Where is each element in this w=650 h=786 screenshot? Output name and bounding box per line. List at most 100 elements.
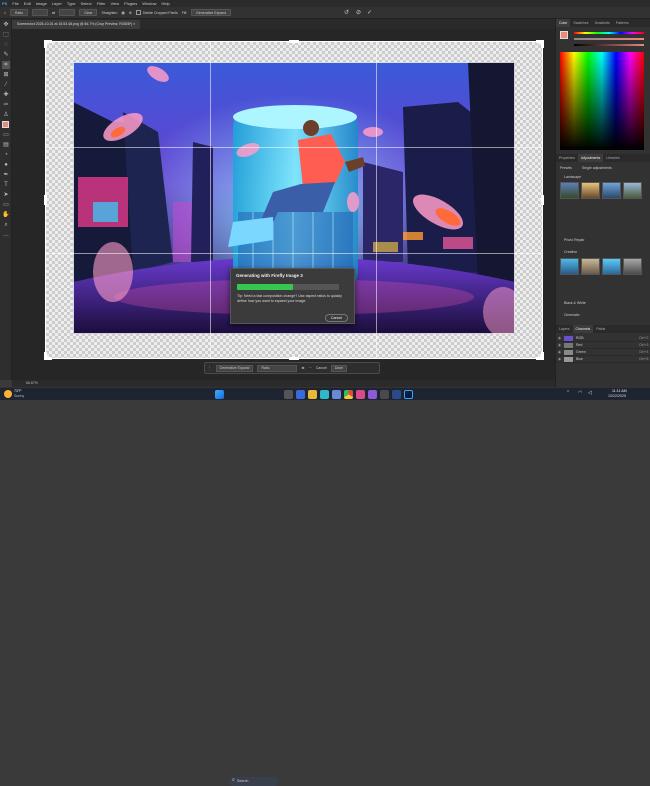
- crop-handle-top-right[interactable]: [536, 40, 544, 48]
- tab-gradients[interactable]: Gradients: [592, 19, 613, 27]
- crop-handle-top[interactable]: [289, 40, 299, 43]
- tab-channels[interactable]: Channels: [572, 325, 594, 333]
- crop-handle-bottom[interactable]: [289, 357, 299, 360]
- chrome-icon[interactable]: [344, 390, 353, 399]
- reset-icon[interactable]: ↺: [344, 9, 349, 16]
- tab-layers[interactable]: Layers: [556, 325, 573, 333]
- preset-thumbnail[interactable]: [560, 258, 579, 275]
- tab-adjustments[interactable]: Adjustments: [577, 154, 604, 162]
- preset-thumbnail[interactable]: [602, 258, 621, 275]
- swap-icon[interactable]: ⇄: [52, 11, 55, 15]
- preset-thumbnail[interactable]: [623, 258, 642, 275]
- color-picker-field[interactable]: [560, 52, 644, 150]
- app-icon[interactable]: [380, 390, 389, 399]
- commit-crop-icon[interactable]: ✓: [367, 9, 372, 16]
- tab-libraries[interactable]: Libraries: [603, 154, 622, 162]
- preset-thumbnail[interactable]: [581, 258, 600, 275]
- path-select-tool-icon[interactable]: ➤: [2, 191, 10, 199]
- menu-item-help[interactable]: Help: [162, 0, 170, 7]
- pen-tool-icon[interactable]: ✒: [2, 171, 10, 179]
- crop-handle-top-left[interactable]: [44, 40, 52, 48]
- settings-icon[interactable]: ⚙: [129, 11, 132, 15]
- cancel-crop-icon[interactable]: ⊘: [356, 9, 361, 16]
- dodge-tool-icon[interactable]: ●: [2, 161, 10, 169]
- section-creative[interactable]: Creative: [564, 250, 577, 254]
- straighten-button[interactable]: Straighten: [101, 11, 117, 15]
- app-icon[interactable]: [392, 390, 401, 399]
- visibility-eye-icon[interactable]: ◉: [558, 356, 562, 363]
- preset-thumbnail[interactable]: [581, 182, 600, 199]
- single-adjustments-label[interactable]: Single adjustments: [582, 166, 612, 170]
- preset-thumbnail[interactable]: [560, 182, 579, 199]
- done-button[interactable]: Done: [330, 364, 348, 372]
- photoshop-icon[interactable]: [404, 390, 413, 399]
- section-landscape[interactable]: Landscape: [564, 175, 581, 179]
- eraser-tool-icon[interactable]: ▭: [2, 131, 10, 139]
- tab-patterns[interactable]: Patterns: [613, 19, 632, 27]
- menu-item-layer[interactable]: Layer: [52, 0, 62, 7]
- section-photo-repair[interactable]: Photo Repair: [564, 238, 584, 242]
- zoom-level[interactable]: 66.67%: [26, 381, 38, 385]
- quick-select-tool-icon[interactable]: ✎: [2, 51, 10, 59]
- ratio-select[interactable]: Ratio: [257, 364, 298, 372]
- blur-tool-icon[interactable]: ◔: [2, 151, 10, 159]
- wifi-icon[interactable]: ◠: [578, 390, 582, 396]
- weather-temp[interactable]: 73°F: [14, 389, 22, 393]
- menu-item-type[interactable]: Type: [67, 0, 76, 7]
- delete-cropped-checkbox[interactable]: [135, 10, 141, 15]
- preset-thumbnail[interactable]: [602, 182, 621, 199]
- windows-start-icon[interactable]: [215, 390, 224, 399]
- tab-properties[interactable]: Properties: [556, 154, 578, 162]
- frame-tool-icon[interactable]: ⊠: [2, 71, 10, 79]
- tab-color[interactable]: Color: [556, 19, 571, 27]
- system-tray-chevron-icon[interactable]: ⌃: [566, 390, 570, 396]
- color-swatch-preview[interactable]: [560, 31, 568, 39]
- channel-row[interactable]: ◉ Blue Ctrl+5: [556, 356, 650, 363]
- ratio-height-input[interactable]: [59, 9, 76, 16]
- menu-item-edit[interactable]: Edit: [24, 0, 31, 7]
- lasso-tool-icon[interactable]: ◌: [2, 41, 10, 49]
- taskbar-search[interactable]: Search: [229, 777, 279, 786]
- presets-label[interactable]: Presets: [560, 166, 572, 170]
- clock-time[interactable]: 11:11 AM: [612, 389, 627, 393]
- visibility-eye-icon[interactable]: ◉: [558, 335, 562, 342]
- type-tool-icon[interactable]: T: [2, 181, 10, 189]
- zoom-tool-icon[interactable]: ⌕: [2, 221, 10, 229]
- more-icon[interactable]: ⋯: [308, 366, 312, 370]
- brightness-slider[interactable]: [574, 44, 644, 46]
- app-icon[interactable]: [356, 390, 365, 399]
- volume-icon[interactable]: ◁: [588, 390, 592, 396]
- menu-item-file[interactable]: File: [12, 0, 18, 7]
- brush-tool-icon[interactable]: ✑: [2, 101, 10, 109]
- context-cancel-button[interactable]: Cancel: [316, 366, 327, 370]
- marquee-tool-icon[interactable]: ⬚: [2, 31, 10, 39]
- sliders-icon[interactable]: ⇆: [301, 366, 304, 370]
- crop-tool-icon[interactable]: ⌗: [2, 61, 10, 69]
- visibility-eye-icon[interactable]: ◉: [558, 342, 562, 349]
- app-icon[interactable]: [368, 390, 377, 399]
- weather-icon[interactable]: [4, 390, 12, 398]
- fill-dropdown[interactable]: Generative Expand: [191, 9, 232, 16]
- more-tools-icon[interactable]: …: [2, 231, 10, 239]
- edge-browser-icon[interactable]: [320, 390, 329, 399]
- menu-item-plugins[interactable]: Plugins: [124, 0, 137, 7]
- grid-overlay-icon[interactable]: ▦: [121, 11, 124, 15]
- gradient-tool-icon[interactable]: ▤: [2, 141, 10, 149]
- eyedropper-tool-icon[interactable]: ⁄: [2, 81, 10, 89]
- store-icon[interactable]: [332, 390, 341, 399]
- preset-thumbnail[interactable]: [623, 182, 642, 199]
- generative-expand-button[interactable]: Generative Expand: [215, 364, 254, 372]
- tab-swatches[interactable]: Swatches: [570, 19, 591, 27]
- stamp-tool-icon[interactable]: ♙: [2, 111, 10, 119]
- menu-item-filter[interactable]: Filter: [97, 0, 106, 7]
- foreground-color-swatch[interactable]: [2, 121, 9, 128]
- section-cinematic[interactable]: Cinematic: [564, 313, 580, 317]
- crop-tool-icon[interactable]: ⌗: [4, 11, 6, 15]
- document-tab[interactable]: Screenshot 2025-10-01 at 15.53.48.png @ …: [12, 20, 141, 29]
- shape-tool-icon[interactable]: ▭: [2, 201, 10, 209]
- task-view-icon[interactable]: [284, 390, 293, 399]
- move-tool-icon[interactable]: ✥: [2, 21, 10, 29]
- crop-handle-bottom-left[interactable]: [44, 352, 52, 360]
- section-black-white[interactable]: Black & White: [564, 301, 586, 305]
- crop-handle-bottom-right[interactable]: [536, 352, 544, 360]
